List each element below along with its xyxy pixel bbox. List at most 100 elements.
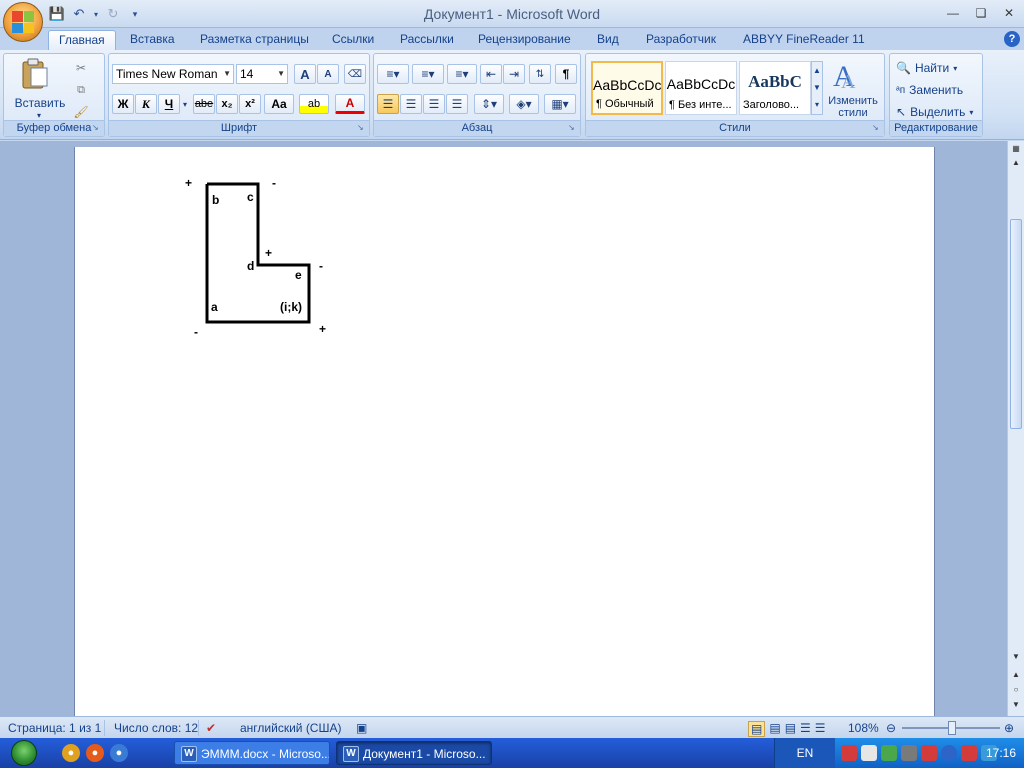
web-layout-icon[interactable]: ▤: [785, 721, 796, 737]
strikethrough-button[interactable]: abe: [193, 94, 215, 114]
select-button[interactable]: ↖ Выделить ▾: [896, 103, 973, 121]
zoom-out-icon[interactable]: ⊖: [886, 721, 896, 735]
underline-dropdown-icon[interactable]: ▾: [180, 94, 190, 114]
font-size-combo[interactable]: 14 ▼: [236, 64, 288, 84]
align-left-icon[interactable]: ☰: [377, 94, 399, 114]
restore-icon[interactable]: ❏: [970, 4, 992, 22]
tab-page-layout[interactable]: Разметка страницы: [190, 30, 319, 50]
minimize-icon[interactable]: —: [942, 4, 964, 22]
change-styles-button[interactable]: Изменить стили: [822, 95, 884, 119]
format-painter-icon[interactable]: 🖌: [70, 102, 92, 122]
paste-icon[interactable]: [16, 58, 52, 90]
office-button[interactable]: [3, 2, 43, 42]
styles-launcher-icon[interactable]: ↘: [872, 124, 881, 133]
paste-button[interactable]: Вставить: [10, 96, 70, 110]
taskbar-item-emmm[interactable]: W ЭМММ.docx - Microso...: [174, 741, 330, 765]
paragraph-launcher-icon[interactable]: ↘: [568, 124, 577, 133]
scroll-thumb[interactable]: [1010, 219, 1022, 429]
word-count[interactable]: Число слов: 12: [114, 721, 198, 735]
help-icon[interactable]: ?: [1004, 31, 1020, 47]
macro-record-icon[interactable]: ▣: [356, 721, 367, 735]
tab-mailings[interactable]: Рассылки: [390, 30, 464, 50]
increase-indent-icon[interactable]: ⇥: [503, 64, 525, 84]
chevron-down-icon[interactable]: ▼: [277, 65, 285, 83]
taskbar-item-document1[interactable]: W Документ1 - Microso...: [336, 741, 492, 765]
vertical-scrollbar[interactable]: ▦ ▲ ▼ ▲ ○ ▼: [1007, 141, 1024, 716]
clock[interactable]: 17:16: [986, 738, 1016, 768]
replace-button[interactable]: ᵃᴨ Заменить: [896, 81, 963, 99]
clipboard-launcher-icon[interactable]: ↘: [92, 124, 101, 133]
tray-app-icon[interactable]: [961, 745, 977, 761]
decrease-indent-icon[interactable]: ⇤: [480, 64, 502, 84]
close-icon[interactable]: ✕: [998, 4, 1020, 22]
zoom-slider-thumb[interactable]: [947, 721, 956, 735]
firefox-icon[interactable]: ●: [86, 744, 104, 762]
print-layout-icon[interactable]: ▤: [748, 721, 766, 737]
clear-formatting-icon[interactable]: ⌫: [344, 64, 366, 84]
document-page[interactable]: + - b c + d e - a (i;k) - +: [74, 147, 935, 722]
language-indicator[interactable]: EN: [775, 738, 835, 768]
show-marks-button[interactable]: ¶: [555, 64, 577, 84]
copy-icon[interactable]: ⧉: [70, 80, 92, 100]
multilevel-list-icon[interactable]: ≡▾: [447, 64, 477, 84]
scroll-down-icon[interactable]: ▼: [1010, 651, 1022, 663]
page-count[interactable]: Страница: 1 из 1: [8, 721, 101, 735]
language-indicator[interactable]: английский (США): [240, 721, 341, 735]
bold-button[interactable]: Ж: [112, 94, 134, 114]
subscript-button[interactable]: x₂: [216, 94, 238, 114]
previous-page-icon[interactable]: ▲: [1010, 669, 1022, 681]
grow-font-button[interactable]: A: [294, 64, 316, 84]
style-no-spacing[interactable]: AaBbCcDc ¶ Без инте...: [665, 61, 737, 115]
numbering-icon[interactable]: ≡▾: [412, 64, 444, 84]
browse-object-icon[interactable]: ○: [1010, 684, 1022, 696]
quicklaunch-app-icon[interactable]: ●: [62, 744, 80, 762]
tray-app-icon[interactable]: [921, 745, 937, 761]
outline-icon[interactable]: ☰: [800, 721, 811, 737]
scroll-up-icon[interactable]: ▲: [1010, 157, 1022, 169]
bullets-icon[interactable]: ≡▾: [377, 64, 409, 84]
ruler-toggle-icon[interactable]: ▦: [1010, 143, 1022, 155]
draft-icon[interactable]: ☰: [815, 721, 826, 737]
tab-developer[interactable]: Разработчик: [636, 30, 726, 50]
highlight-button[interactable]: ab: [299, 94, 329, 114]
zoom-in-icon[interactable]: ⊕: [1004, 721, 1014, 735]
next-page-icon[interactable]: ▼: [1010, 699, 1022, 711]
cut-icon[interactable]: ✂: [70, 58, 92, 78]
chevron-down-icon[interactable]: ▼: [223, 65, 231, 83]
sort-icon[interactable]: ⇅: [529, 64, 551, 84]
change-styles-icon[interactable]: A A: [831, 58, 861, 94]
paste-dropdown-icon[interactable]: ▾: [37, 111, 41, 120]
tab-references[interactable]: Ссылки: [322, 30, 384, 50]
superscript-button[interactable]: x²: [239, 94, 261, 114]
change-case-button[interactable]: Aa: [264, 94, 294, 114]
tray-app-icon[interactable]: [941, 745, 957, 761]
tab-home[interactable]: Главная: [48, 30, 116, 50]
spelling-check-icon[interactable]: ✔: [206, 721, 216, 735]
underline-button[interactable]: Ч: [158, 94, 180, 114]
borders-icon[interactable]: ▦▾: [544, 94, 576, 114]
full-screen-reading-icon[interactable]: ▤: [769, 721, 780, 737]
tab-abbyy[interactable]: ABBYY FineReader 11: [733, 30, 875, 50]
tab-view[interactable]: Вид: [587, 30, 629, 50]
start-button[interactable]: [0, 738, 48, 768]
style-normal[interactable]: AaBbCcDc ¶ Обычный: [591, 61, 663, 115]
italic-button[interactable]: К: [135, 94, 157, 114]
tab-review[interactable]: Рецензирование: [468, 30, 581, 50]
shrink-font-button[interactable]: A: [317, 64, 339, 84]
font-color-button[interactable]: A: [335, 94, 365, 114]
align-right-icon[interactable]: ☰: [423, 94, 445, 114]
tray-app-icon[interactable]: [881, 745, 897, 761]
tray-app-icon[interactable]: [841, 745, 857, 761]
tab-insert[interactable]: Вставка: [120, 30, 185, 50]
style-heading[interactable]: AaBbC Заголово...: [739, 61, 811, 115]
line-spacing-icon[interactable]: ⇕▾: [474, 94, 504, 114]
tray-app-icon[interactable]: [861, 745, 877, 761]
quicklaunch-icon[interactable]: ●: [110, 744, 128, 762]
shading-icon[interactable]: ◈▾: [509, 94, 539, 114]
font-name-combo[interactable]: Times New Roman ▼: [112, 64, 234, 84]
volume-icon[interactable]: [901, 745, 917, 761]
justify-icon[interactable]: ☰: [446, 94, 468, 114]
zoom-level[interactable]: 108%: [848, 721, 879, 735]
align-center-icon[interactable]: ☰: [400, 94, 422, 114]
font-launcher-icon[interactable]: ↘: [357, 124, 366, 133]
